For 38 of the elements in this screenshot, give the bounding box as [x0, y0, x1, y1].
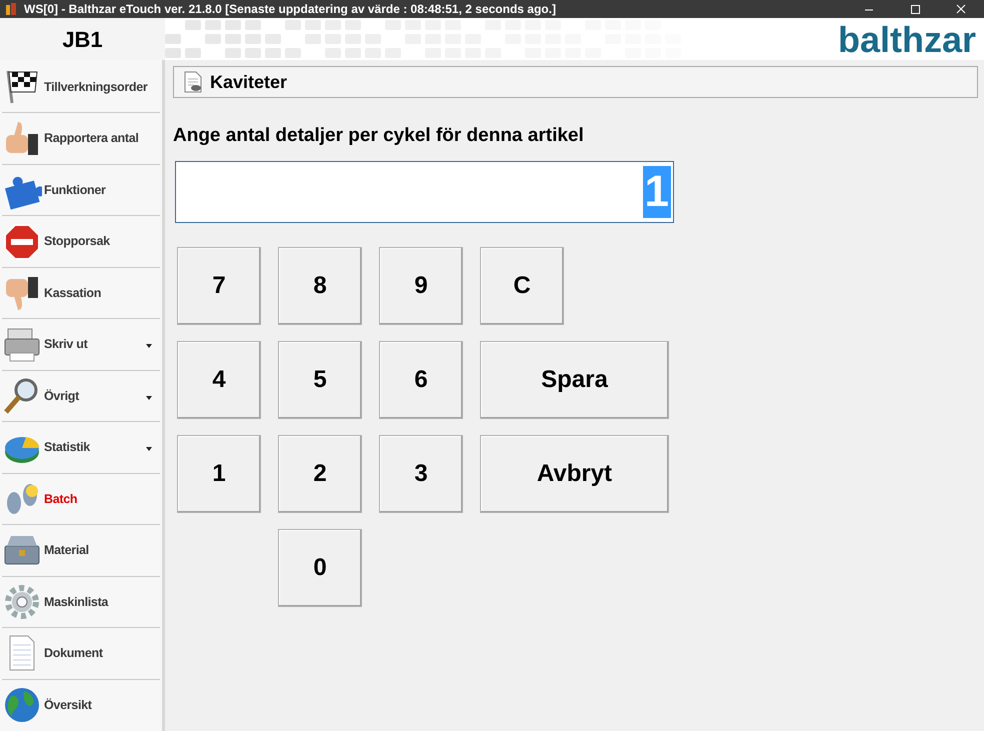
sidebar-item[interactable]: Statistik [2, 422, 160, 474]
sidebar-item[interactable]: Material [2, 525, 160, 577]
window-title: WS[0] - Balthzar eTouch ver. 21.8.0 [Senaste uppdatering av värde : 08:48:51, 2 seconds ago.] [24, 1, 557, 18]
caret-icon [146, 447, 152, 452]
keypad-button[interactable]: Spara [480, 340, 669, 418]
keypad-button[interactable]: 0 [278, 528, 362, 606]
keypad-button[interactable]: 2 [278, 434, 362, 512]
keypad-button[interactable]: 1 [177, 434, 261, 512]
panel-title: Kaviteter [210, 70, 288, 94]
sidebar-item[interactable]: Maskinlista [2, 576, 160, 628]
keypad-button[interactable]: C [480, 246, 564, 324]
sidebar-item[interactable]: Batch [2, 474, 160, 526]
close-icon [955, 4, 967, 14]
keypad-button[interactable]: 8 [278, 246, 362, 324]
document-icon [182, 71, 204, 93]
keypad-button[interactable]: 5 [278, 340, 362, 418]
keypad-button[interactable]: 3 [379, 434, 463, 512]
brand-logo: balthzar [838, 18, 977, 60]
sidebar-item[interactable]: Övrigt [2, 370, 160, 422]
keypad-button[interactable]: 7 [177, 246, 261, 324]
sidebar-item[interactable]: Rapportera antal [2, 113, 160, 165]
caret-icon [146, 344, 152, 348]
sidebar-item[interactable]: Kassation [2, 268, 160, 320]
sidebar-item[interactable]: Översikt [2, 680, 160, 731]
keypad-button[interactable]: 9 [379, 246, 463, 324]
keypad-button[interactable]: Avbryt [480, 434, 669, 512]
sidebar-item[interactable]: Skriv ut [2, 319, 160, 371]
maximize-icon [909, 4, 921, 14]
caret-icon [146, 396, 152, 400]
station-name: JB1 [0, 18, 165, 60]
sidebar-item[interactable]: Tillverkningsorder [2, 62, 160, 114]
sidebar-item[interactable]: Stopporsak [2, 216, 160, 268]
sidebar-item[interactable]: Dokument [2, 628, 160, 680]
sidebar-item[interactable]: Funktioner [2, 164, 160, 216]
keypad-button[interactable]: 4 [177, 340, 261, 418]
keypad-button[interactable]: 6 [379, 340, 463, 418]
prompt-text: Ange antal detaljer per cykel för denna artikel [173, 124, 585, 148]
app-icon [4, 2, 18, 16]
